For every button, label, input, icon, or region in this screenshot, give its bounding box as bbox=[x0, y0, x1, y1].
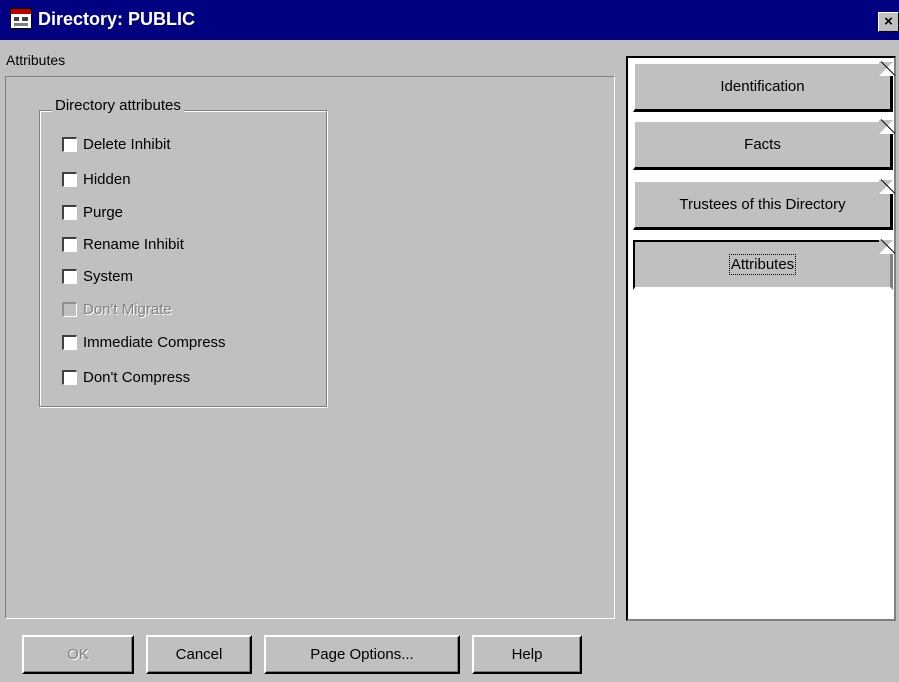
tab-label: Trustees of this Directory bbox=[679, 196, 846, 213]
tab-identification[interactable]: Identification bbox=[633, 62, 893, 112]
page-corner-fold bbox=[879, 180, 893, 194]
tab-trustees[interactable]: Trustees of this Directory bbox=[633, 180, 893, 230]
checkbox-box[interactable] bbox=[62, 236, 77, 252]
checkbox-box[interactable] bbox=[62, 204, 77, 220]
checkbox-system[interactable]: System bbox=[62, 265, 133, 287]
page-corner-fold bbox=[879, 120, 893, 134]
checkbox-label: System bbox=[83, 267, 134, 285]
checkbox-purge[interactable]: Purge bbox=[62, 201, 123, 223]
tab-attributes[interactable]: Attributes bbox=[633, 240, 893, 290]
title-bar[interactable]: Directory: PUBLIC × bbox=[0, 0, 899, 40]
checkbox-label: Purge bbox=[83, 203, 124, 221]
page-options-button[interactable]: Page Options... bbox=[264, 635, 460, 674]
checkbox-immediate-compress[interactable]: Immediate Compress bbox=[62, 331, 226, 353]
checkbox-hidden[interactable]: Hidden bbox=[62, 168, 131, 190]
page-corner-fold bbox=[879, 62, 893, 76]
checkbox-rename-inhibit[interactable]: Rename Inhibit bbox=[62, 233, 184, 255]
tab-label: Identification bbox=[720, 78, 805, 95]
tab-label: Attributes bbox=[728, 254, 797, 275]
checkbox-box[interactable] bbox=[62, 369, 77, 385]
ok-button: OK bbox=[22, 635, 134, 674]
window-title: Directory: PUBLIC bbox=[38, 9, 196, 29]
checkbox-dont-migrate: Don't Migrate bbox=[62, 298, 172, 320]
checkbox-box[interactable] bbox=[62, 136, 77, 152]
dialog-window: Directory: PUBLIC × Attributes Directory… bbox=[0, 0, 899, 682]
group-title: Directory attributes bbox=[52, 97, 184, 114]
cancel-button[interactable]: Cancel bbox=[146, 635, 252, 674]
checkbox-delete-inhibit[interactable]: Delete Inhibit bbox=[62, 133, 171, 155]
help-button[interactable]: Help bbox=[472, 635, 582, 674]
checkbox-label: Don't Migrate bbox=[83, 300, 172, 318]
page-corner-fold bbox=[879, 240, 893, 254]
page-title: Attributes bbox=[6, 52, 66, 68]
directory-window-icon[interactable] bbox=[10, 8, 32, 29]
checkbox-dont-compress[interactable]: Don't Compress bbox=[62, 366, 190, 388]
checkbox-label: Don't Compress bbox=[83, 368, 191, 386]
checkbox-box bbox=[62, 301, 77, 317]
checkbox-box[interactable] bbox=[62, 171, 77, 187]
close-icon[interactable]: × bbox=[878, 12, 899, 32]
checkbox-label: Rename Inhibit bbox=[83, 235, 184, 253]
checkbox-box[interactable] bbox=[62, 268, 77, 284]
tab-label: Facts bbox=[744, 136, 781, 153]
checkbox-label: Delete Inhibit bbox=[83, 135, 171, 153]
checkbox-label: Immediate Compress bbox=[83, 333, 226, 351]
tab-facts[interactable]: Facts bbox=[633, 120, 893, 170]
checkbox-box[interactable] bbox=[62, 334, 77, 350]
checkbox-label: Hidden bbox=[83, 170, 131, 188]
